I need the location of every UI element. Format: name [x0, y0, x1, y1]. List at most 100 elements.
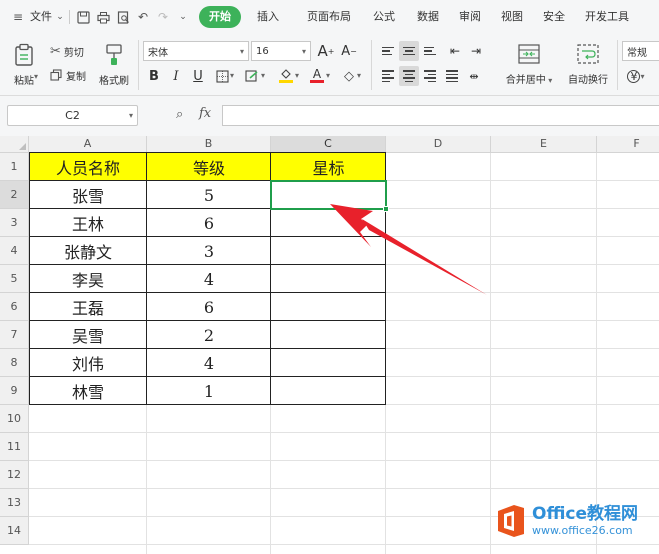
cell-star[interactable]	[271, 237, 386, 265]
file-menu[interactable]: 文件	[28, 6, 54, 28]
column-header-a[interactable]: A	[29, 136, 147, 153]
select-all-corner[interactable]	[0, 136, 29, 153]
cell-style-button[interactable]	[242, 66, 262, 86]
zoom-search-icon[interactable]: ⌕	[176, 107, 183, 122]
align-right-button[interactable]	[420, 66, 440, 86]
cell-star[interactable]	[271, 209, 386, 237]
increase-indent-button[interactable]: ⇥	[466, 41, 486, 61]
cell-star[interactable]	[271, 265, 386, 293]
decrease-indent-button[interactable]: ⇤	[445, 41, 465, 61]
redo-icon[interactable]: ↷	[153, 7, 173, 27]
cell-star[interactable]	[271, 349, 386, 377]
column-header-f[interactable]: F	[597, 136, 659, 153]
align-center-button[interactable]	[399, 66, 419, 86]
column-header-d[interactable]: D	[386, 136, 491, 153]
row-header[interactable]: 6	[0, 293, 29, 321]
number-format-select[interactable]: 常规	[622, 41, 659, 61]
align-top-button[interactable]	[378, 41, 398, 61]
tab-formulas[interactable]: 公式	[365, 6, 403, 28]
italic-button[interactable]: I	[166, 66, 186, 86]
bold-button[interactable]: B	[144, 66, 164, 86]
column-header-b[interactable]: B	[147, 136, 271, 153]
row-header[interactable]: 3	[0, 209, 29, 237]
row-header[interactable]: 11	[0, 433, 29, 461]
tab-security[interactable]: 安全	[535, 6, 573, 28]
cell-star[interactable]	[271, 321, 386, 349]
tab-page-layout[interactable]: 页面布局	[299, 6, 359, 28]
row-header[interactable]: 2	[0, 181, 29, 209]
cell-name[interactable]: 吴雪	[29, 321, 147, 349]
cell-level[interactable]: 4	[147, 349, 271, 377]
font-name-select[interactable]: 宋体 ▾	[143, 41, 249, 61]
shrink-font-button[interactable]: A −	[339, 41, 359, 61]
paste-dropdown-icon[interactable]: ▾	[34, 72, 38, 81]
chevron-down-icon[interactable]: ⌄	[54, 7, 66, 27]
row-header[interactable]: 7	[0, 321, 29, 349]
cell-level[interactable]: 6	[147, 209, 271, 237]
row-header[interactable]: 12	[0, 461, 29, 489]
header-cell-name[interactable]: 人员名称	[29, 153, 147, 181]
print-preview-icon[interactable]	[113, 7, 133, 27]
name-box[interactable]: C2 ▾	[7, 105, 138, 126]
header-cell-level[interactable]: 等级	[147, 153, 271, 181]
font-size-select[interactable]: 16 ▾	[251, 41, 311, 61]
borders-button[interactable]	[212, 66, 232, 86]
tab-data[interactable]: 数据	[409, 6, 447, 28]
tab-insert[interactable]: 插入	[249, 6, 287, 28]
justify-button[interactable]	[442, 66, 462, 86]
chevron-down-icon[interactable]: ▾	[295, 71, 299, 80]
fx-insert-function-icon[interactable]: fx	[199, 106, 211, 121]
underline-button[interactable]: U	[188, 66, 208, 86]
cell-level[interactable]: 5	[147, 181, 271, 209]
font-color-button[interactable]: A	[307, 65, 327, 85]
fill-handle[interactable]	[383, 206, 389, 212]
cell-name[interactable]: 李昊	[29, 265, 147, 293]
chevron-down-icon[interactable]: ▾	[357, 71, 361, 80]
fill-color-button[interactable]	[276, 65, 296, 85]
tab-developer[interactable]: 开发工具	[577, 6, 637, 28]
cell-star[interactable]	[271, 377, 386, 405]
save-icon[interactable]	[73, 7, 93, 27]
clear-format-button[interactable]: ◇	[339, 66, 359, 86]
merge-center-button[interactable]: 合并居中 ▾	[500, 40, 558, 90]
chevron-down-icon[interactable]: ▾	[326, 71, 330, 80]
row-header[interactable]: 10	[0, 405, 29, 433]
print-icon[interactable]	[93, 7, 113, 27]
cell-name[interactable]: 王林	[29, 209, 147, 237]
cell-level[interactable]: 6	[147, 293, 271, 321]
grow-font-button[interactable]: A +	[316, 41, 336, 61]
currency-format-button[interactable]: ¥ ▾	[624, 66, 648, 86]
format-painter-button[interactable]: 格式刷	[95, 40, 133, 90]
row-header[interactable]: 4	[0, 237, 29, 265]
formula-input[interactable]	[222, 105, 659, 126]
tab-review[interactable]: 审阅	[451, 6, 489, 28]
align-middle-button[interactable]	[399, 41, 419, 61]
row-header[interactable]: 9	[0, 377, 29, 405]
row-header[interactable]: 1	[0, 153, 29, 181]
paste-button[interactable]: 粘贴	[6, 40, 42, 90]
copy-button[interactable]: 复制	[50, 66, 86, 84]
cell-level[interactable]: 3	[147, 237, 271, 265]
selected-cell-outline[interactable]	[270, 180, 387, 210]
wrap-text-button[interactable]: 自动换行	[563, 40, 613, 90]
cell-level[interactable]: 1	[147, 377, 271, 405]
column-header-e[interactable]: E	[491, 136, 597, 153]
cell-name[interactable]: 张静文	[29, 237, 147, 265]
cell-level[interactable]: 4	[147, 265, 271, 293]
chevron-down-icon[interactable]: ▾	[230, 71, 234, 80]
hamburger-menu-icon[interactable]: ≡	[8, 7, 28, 27]
cell-name[interactable]: 林雪	[29, 377, 147, 405]
row-header[interactable]: 13	[0, 489, 29, 517]
row-header[interactable]: 14	[0, 517, 29, 545]
header-cell-star[interactable]: 星标	[271, 153, 386, 181]
tab-home[interactable]: 开始	[199, 6, 241, 28]
cell-level[interactable]: 2	[147, 321, 271, 349]
tab-view[interactable]: 视图	[493, 6, 531, 28]
more-chevron-icon[interactable]: ⌄	[173, 7, 193, 27]
cell-name[interactable]: 王磊	[29, 293, 147, 321]
cell-name[interactable]: 刘伟	[29, 349, 147, 377]
undo-icon[interactable]: ↶	[133, 7, 153, 27]
cell-star[interactable]	[271, 293, 386, 321]
distributed-button[interactable]: ⇹	[464, 66, 484, 86]
cut-button[interactable]: ✂ 剪切	[50, 42, 84, 60]
